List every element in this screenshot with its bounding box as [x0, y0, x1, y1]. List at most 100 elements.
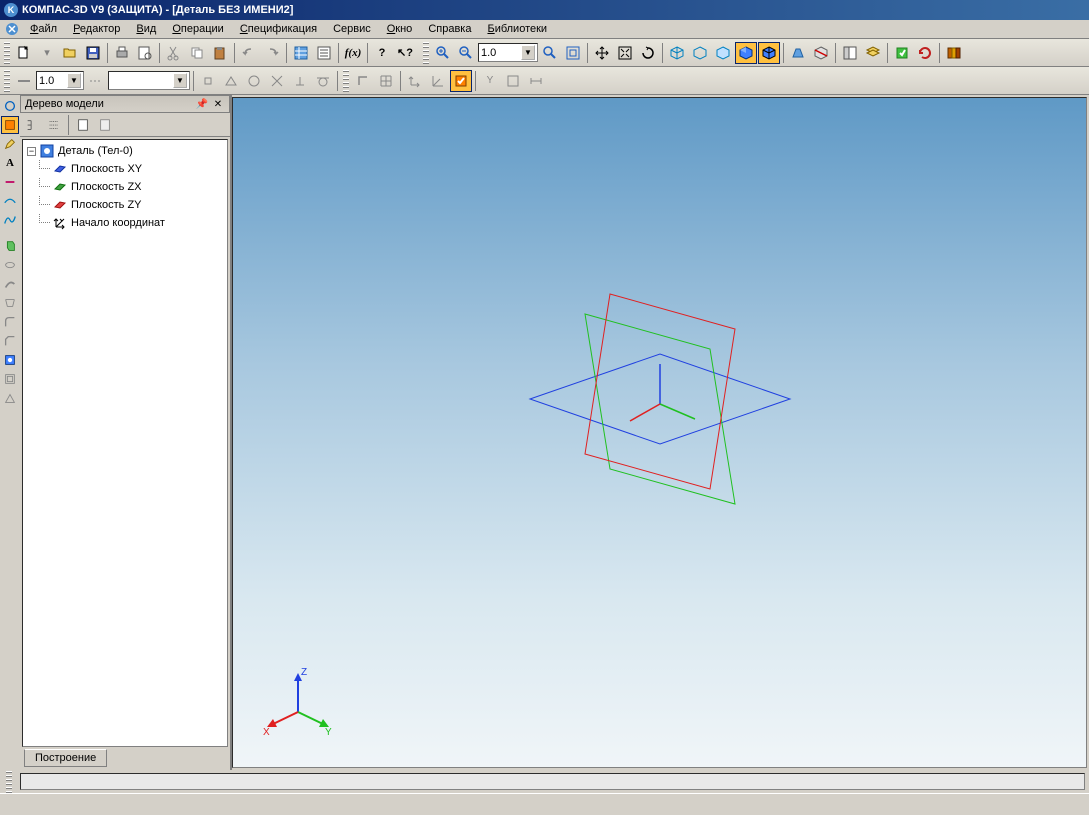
spec-button[interactable]	[290, 42, 312, 64]
grid-button[interactable]	[375, 70, 397, 92]
tree-filter-button[interactable]	[95, 115, 115, 135]
line-type-combo[interactable]: ▼	[108, 71, 190, 90]
menu-editor[interactable]: Редактор	[65, 21, 128, 37]
copy-button[interactable]	[186, 42, 208, 64]
print-button[interactable]	[111, 42, 133, 64]
revolve-tool[interactable]	[1, 256, 19, 274]
library-button[interactable]	[943, 42, 965, 64]
layers-button[interactable]	[862, 42, 884, 64]
zoom-out-button[interactable]	[455, 42, 477, 64]
save-button[interactable]	[82, 42, 104, 64]
snap-intersect-button[interactable]	[266, 70, 288, 92]
menu-spec[interactable]: Спецификация	[232, 21, 325, 37]
menu-help[interactable]: Справка	[420, 21, 479, 37]
edit-tool[interactable]	[1, 135, 19, 153]
tree-item-plane-zx[interactable]: Плоскость ZX	[25, 178, 225, 196]
line-style-button[interactable]	[85, 70, 107, 92]
zoom-combo[interactable]: 1.0 ▼	[478, 43, 538, 62]
close-icon[interactable]: ✕	[211, 97, 225, 111]
tree-root[interactable]: − Деталь (Тел-0)	[25, 142, 225, 160]
view-wireframe-button[interactable]	[689, 42, 711, 64]
control-menu-icon[interactable]	[4, 21, 20, 37]
ortho-button[interactable]	[352, 70, 374, 92]
tree-view2-button[interactable]	[44, 115, 64, 135]
tree-body[interactable]: − Деталь (Тел-0) Плоскость XY Плоскость …	[22, 139, 228, 747]
line-width-combo[interactable]: 1.0 ▼	[36, 71, 84, 90]
sweep-tool[interactable]	[1, 275, 19, 293]
fit-all-button[interactable]	[614, 42, 636, 64]
tree-toggle-button[interactable]	[839, 42, 861, 64]
toolbar-grip-2[interactable]	[423, 42, 429, 64]
new-dropdown-button[interactable]: ▾	[36, 42, 58, 64]
menu-operations[interactable]: Операции	[164, 21, 231, 37]
status-grip[interactable]	[6, 771, 12, 793]
tree-item-plane-zy[interactable]: Плоскость ZY	[25, 196, 225, 214]
section-button[interactable]	[810, 42, 832, 64]
view-hidden-button[interactable]	[712, 42, 734, 64]
shell-tool[interactable]	[1, 370, 19, 388]
menu-libraries[interactable]: Библиотеки	[479, 21, 555, 37]
geometry-tool[interactable]	[1, 97, 19, 115]
context-help-button[interactable]: ↖?	[394, 42, 416, 64]
command-input[interactable]	[20, 773, 1085, 790]
snap-mid-button[interactable]	[220, 70, 242, 92]
local-cs-button[interactable]	[404, 70, 426, 92]
chamfer-tool[interactable]	[1, 332, 19, 350]
hole-tool[interactable]	[1, 351, 19, 369]
undo-button[interactable]	[238, 42, 260, 64]
viewport-3d[interactable]: Z Y X	[232, 97, 1087, 768]
surface-tool[interactable]	[1, 192, 19, 210]
snap-perp-button[interactable]	[289, 70, 311, 92]
open-button[interactable]	[59, 42, 81, 64]
extrude-tool[interactable]	[1, 237, 19, 255]
rib-tool[interactable]	[1, 389, 19, 407]
toolbar-grip[interactable]	[4, 42, 10, 64]
fillet-tool[interactable]	[1, 313, 19, 331]
tree-view1-button[interactable]	[22, 115, 42, 135]
sketch-tool[interactable]	[1, 116, 19, 134]
zoom-window-button[interactable]	[539, 42, 561, 64]
tree-item-plane-xy[interactable]: Плоскость XY	[25, 160, 225, 178]
snap-toggle-button[interactable]	[450, 70, 472, 92]
pan-button[interactable]	[591, 42, 613, 64]
auto-line-button[interactable]	[13, 70, 35, 92]
pin-icon[interactable]: 📌	[195, 97, 209, 111]
toolbar-grip-4[interactable]	[343, 70, 349, 92]
paste-button[interactable]	[209, 42, 231, 64]
view-iso-button[interactable]	[666, 42, 688, 64]
new-button[interactable]	[13, 42, 35, 64]
perspective-button[interactable]	[787, 42, 809, 64]
menu-file[interactable]: Файл	[22, 21, 65, 37]
param-button[interactable]: Y	[479, 70, 501, 92]
constraint-button[interactable]	[502, 70, 524, 92]
print-preview-button[interactable]	[134, 42, 156, 64]
menu-view[interactable]: Вид	[128, 21, 164, 37]
redo-button[interactable]	[261, 42, 283, 64]
snap-center-button[interactable]	[243, 70, 265, 92]
zoom-fit-button[interactable]	[562, 42, 584, 64]
view-shaded-button[interactable]	[735, 42, 757, 64]
variables-button[interactable]: f(x)	[342, 42, 364, 64]
rebuild-button[interactable]	[891, 42, 913, 64]
view-shaded-edges-button[interactable]	[758, 42, 780, 64]
dimension-button[interactable]	[525, 70, 547, 92]
collapse-icon[interactable]: −	[27, 147, 36, 156]
rotate-button[interactable]	[637, 42, 659, 64]
snap-tangent-button[interactable]	[312, 70, 334, 92]
help-button[interactable]: ?	[371, 42, 393, 64]
tab-build[interactable]: Построение	[24, 749, 107, 767]
menu-window[interactable]: Окно	[379, 21, 421, 37]
dimension-tool[interactable]	[1, 173, 19, 191]
curve-tool[interactable]	[1, 211, 19, 229]
toolbar-grip-3[interactable]	[4, 70, 10, 92]
menu-service[interactable]: Сервис	[325, 21, 379, 37]
snap-end-button[interactable]	[197, 70, 219, 92]
refresh-button[interactable]	[914, 42, 936, 64]
zoom-in-button[interactable]	[432, 42, 454, 64]
tree-item-origin[interactable]: Начало координат	[25, 214, 225, 232]
tree-props-button[interactable]	[73, 115, 93, 135]
cut-button[interactable]	[163, 42, 185, 64]
coord-button[interactable]	[427, 70, 449, 92]
properties-button[interactable]	[313, 42, 335, 64]
loft-tool[interactable]	[1, 294, 19, 312]
